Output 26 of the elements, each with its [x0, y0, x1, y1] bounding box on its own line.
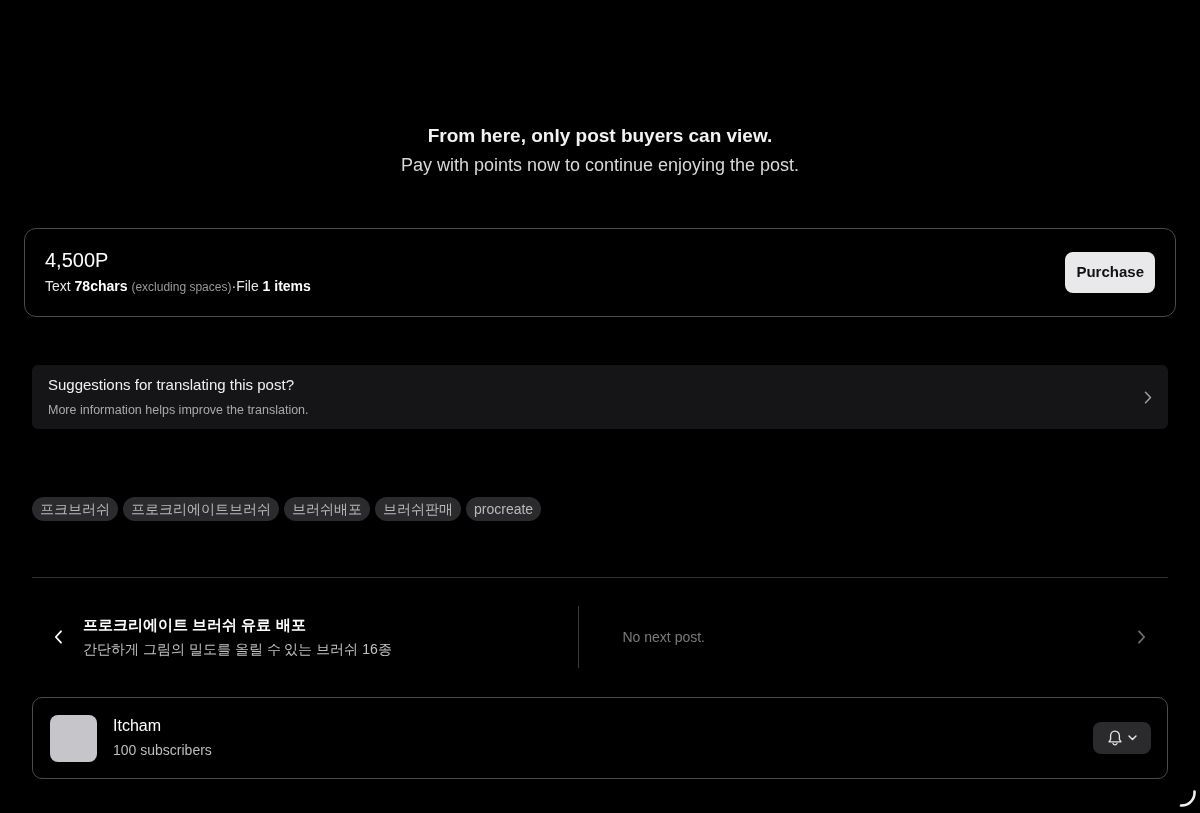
paywall-heading: From here, only post buyers can view. — [427, 124, 773, 148]
suggestion-title: Suggestions for translating this post? — [48, 376, 294, 393]
caret-down-icon — [1127, 735, 1137, 741]
chevron-right-icon — [1144, 390, 1152, 404]
creator-name[interactable]: Itcham — [113, 717, 161, 734]
chevron-left-icon[interactable] — [54, 630, 63, 644]
bell-icon — [1107, 730, 1122, 746]
suggestion-subtitle: More information helps improve the translation. — [48, 403, 309, 417]
tag-chip[interactable]: 프로크리에이트브러쉬 — [123, 497, 279, 521]
price-text: 4,500P — [45, 248, 109, 271]
previous-post-title[interactable]: 프로크리에이트 브러쉬 유료 배포 — [83, 616, 306, 633]
tag-chip[interactable]: procreate — [466, 497, 542, 521]
loading-spinner-icon — [1179, 790, 1196, 807]
paywall-subtitle: Pay with points now to continue enjoying the post. — [400, 154, 800, 177]
subscriber-count: 100 subscribers — [113, 742, 212, 758]
creator-card[interactable]: Itcham 100 subscribers — [32, 697, 1168, 779]
purchase-button[interactable]: Purchase — [1065, 252, 1155, 293]
previous-post-excerpt: 간단하게 그림의 밀도를 올릴 수 있는 브러쉬 16종 — [83, 641, 392, 657]
next-post-message: No next post. — [622, 627, 705, 647]
tag-chip[interactable]: 브러쉬배포 — [284, 497, 370, 521]
tag-chip[interactable]: 브러쉬판매 — [375, 497, 461, 521]
notification-button[interactable] — [1093, 722, 1151, 754]
content-details: Text 78chars (excluding spaces)·File 1 items — [45, 277, 311, 294]
translation-suggestion-panel[interactable]: Suggestions for translating this post? More information helps improve the translation. — [32, 365, 1168, 429]
avatar-placeholder — [50, 714, 97, 762]
tag-chip[interactable]: 프크브러쉬 — [32, 497, 118, 521]
